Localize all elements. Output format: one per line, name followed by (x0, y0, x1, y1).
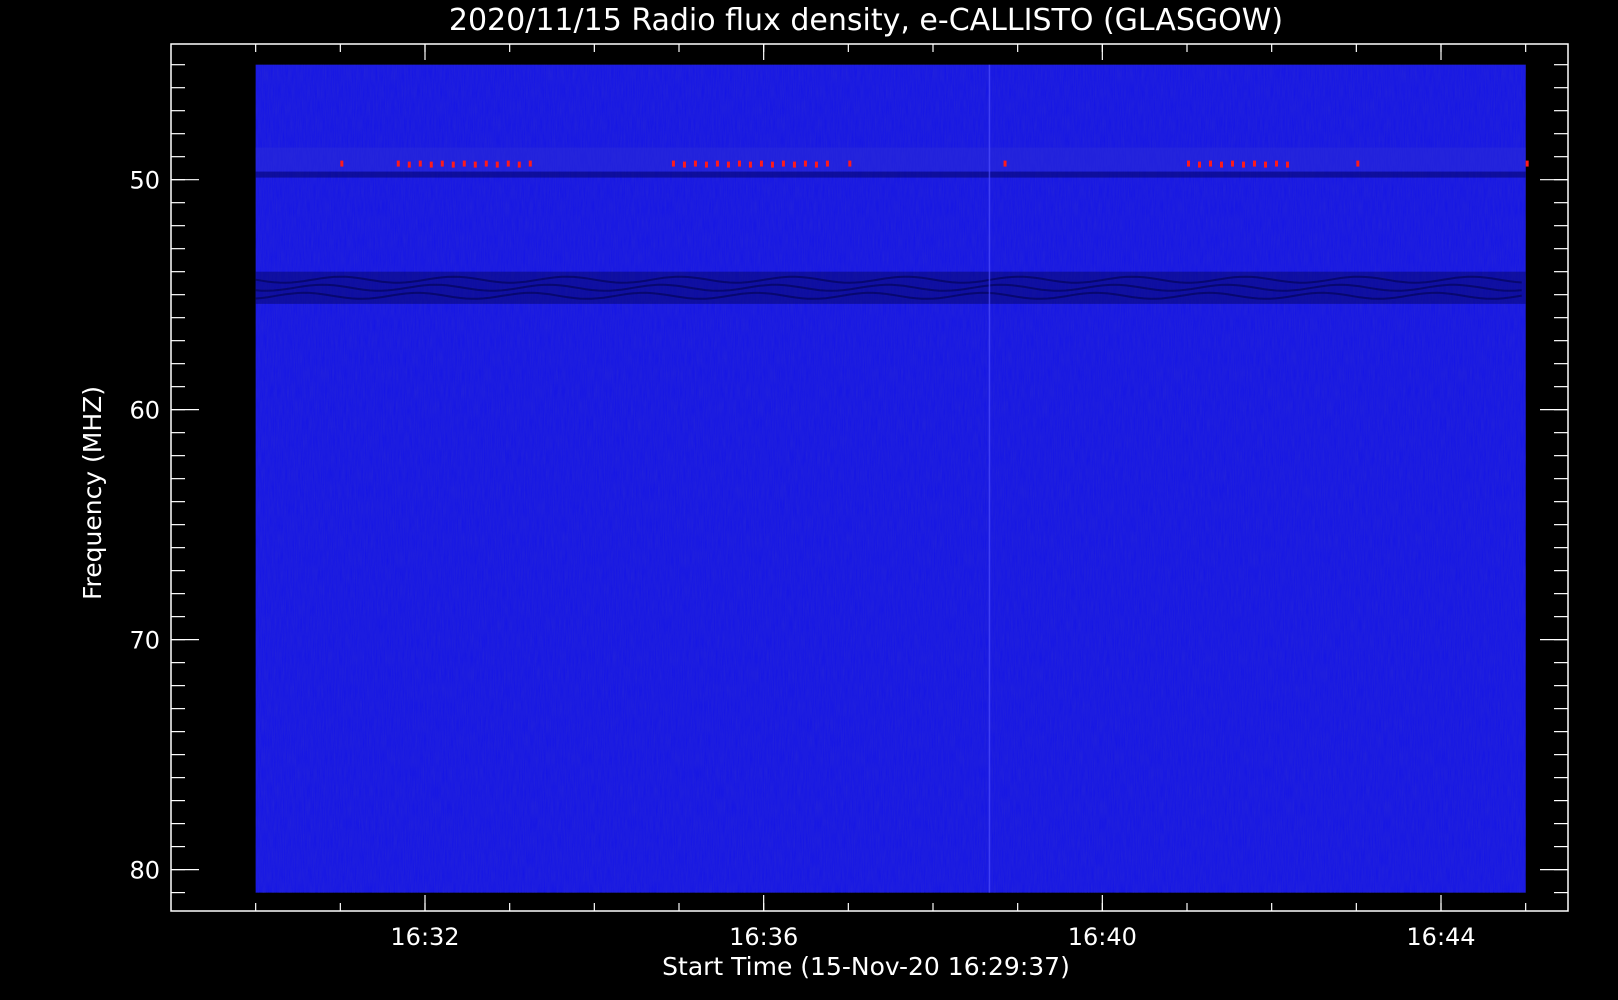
rfi-burst-mark (1264, 161, 1267, 168)
rfi-burst-mark (848, 160, 852, 167)
y-tick-labels: 50 60 70 80 (129, 167, 160, 885)
rfi-band-background (255, 147, 1526, 172)
rfi-burst-mark (715, 160, 719, 167)
rfi-burst-mark (1198, 161, 1201, 168)
rfi-burst-mark (1275, 160, 1278, 167)
x-tick-label: 16:36 (729, 923, 798, 951)
x-tick-label: 16:32 (390, 923, 459, 951)
rfi-burst-mark (1242, 161, 1245, 168)
rfi-burst-mark (517, 161, 521, 168)
chart-title: 2020/11/15 Radio flux density, e-CALLIST… (449, 3, 1283, 38)
rfi-burst-mark (1209, 160, 1212, 167)
x-tick-label: 16:44 (1406, 923, 1475, 951)
rfi-burst-mark (737, 160, 741, 167)
x-tick-labels: 16:32 16:36 16:40 16:44 (390, 923, 1475, 951)
rfi-burst-mark (495, 161, 499, 168)
rfi-band-shadow (255, 171, 1526, 178)
y-tick-label: 70 (129, 627, 160, 655)
rfi-burst-mark (682, 161, 686, 168)
rfi-burst-mark (1253, 160, 1256, 167)
y-axis-label: Frequency (MHZ) (78, 386, 107, 600)
rfi-burst-mark (704, 161, 708, 168)
rfi-burst-mark (803, 160, 807, 167)
rfi-burst-mark (1286, 161, 1289, 168)
spectrogram-noise (255, 64, 1526, 893)
rfi-burst-mark (528, 160, 532, 167)
rfi-burst-mark (1220, 161, 1223, 168)
rfi-burst-mark (462, 160, 466, 167)
x-tick-label: 16:40 (1068, 923, 1137, 951)
rfi-burst-mark (1187, 160, 1190, 167)
rfi-burst-mark (1356, 160, 1360, 167)
rfi-burst-mark (693, 160, 697, 167)
x-axis-label: Start Time (15-Nov-20 16:29:37) (662, 952, 1070, 981)
rfi-burst-mark (726, 161, 730, 168)
rfi-burst-mark (781, 160, 785, 167)
rfi-burst-mark (396, 160, 400, 167)
rfi-burst-mark (473, 161, 477, 168)
y-tick-label: 80 (129, 857, 160, 885)
spectrogram-chart: 2020/11/15 Radio flux density, e-CALLIST… (78, 3, 1569, 981)
rfi-burst-mark (484, 160, 488, 167)
rfi-burst-mark (748, 161, 752, 168)
rfi-burst-mark (759, 160, 763, 167)
rfi-burst-mark (1231, 160, 1234, 167)
rfi-burst-mark (429, 161, 433, 168)
rfi-burst-mark (825, 160, 829, 167)
rfi-burst-mark (770, 161, 774, 168)
rfi-burst-mark (407, 161, 411, 168)
rfi-burst-mark (1525, 160, 1529, 167)
rfi-burst-mark (1003, 160, 1007, 167)
rfi-burst-mark (340, 160, 344, 167)
rfi-burst-mark (792, 161, 796, 168)
rfi-burst-mark (506, 160, 510, 167)
rfi-burst-mark (451, 161, 455, 168)
rfi-burst-mark (671, 160, 675, 167)
y-tick-label: 60 (129, 397, 160, 425)
spectrogram-data (255, 64, 1529, 893)
y-tick-label: 50 (129, 167, 160, 195)
rfi-burst-mark (814, 161, 818, 168)
rfi-burst-mark (440, 160, 444, 167)
rfi-burst-mark (418, 160, 422, 167)
